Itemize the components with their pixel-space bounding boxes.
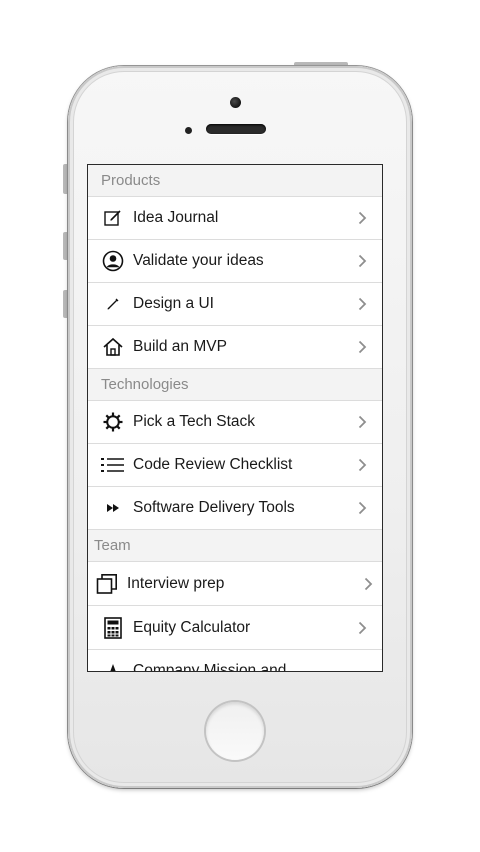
list-item-idea-journal[interactable]: Idea Journal: [88, 197, 382, 240]
section-header-products: Products: [88, 165, 382, 197]
chevron-right-icon: [356, 500, 368, 516]
list-item-label: Equity Calculator: [133, 618, 251, 636]
list-item-label: Build an MVP: [133, 338, 227, 355]
list-item-company-mission[interactable]: Company Mission and: [88, 650, 382, 672]
chevron-right-icon: [356, 620, 368, 636]
list-item-label: Idea Journal: [133, 209, 219, 226]
fast-forward-icon: [101, 496, 125, 520]
list-item-label: Pick a Tech Stack: [133, 413, 256, 430]
list-item-label: Validate your ideas: [133, 252, 264, 269]
home-icon: [101, 335, 125, 359]
chevron-right-icon: [356, 414, 368, 430]
section-header-technologies: Technologies: [88, 369, 382, 401]
star-icon: [101, 662, 125, 671]
app-screen: Products Idea Journal Validate your idea…: [87, 164, 383, 672]
earpiece-speaker: [206, 124, 266, 134]
chevron-right-icon: [356, 210, 368, 226]
edit-icon: [101, 206, 125, 230]
chevron-right-icon: [356, 339, 368, 355]
list-item-label: Design a UI: [133, 295, 214, 312]
list-item-equity-calculator[interactable]: Equity Calculator: [88, 606, 382, 650]
list-icon: [101, 453, 125, 477]
chevron-right-icon: [356, 457, 368, 473]
pencil-icon: [101, 292, 125, 316]
chevron-right-icon: [362, 576, 374, 592]
chevron-right-icon: [356, 253, 368, 269]
list-item-build-mvp[interactable]: Build an MVP: [88, 326, 382, 369]
calculator-icon: [101, 616, 125, 640]
person-icon: [101, 249, 125, 273]
list-item-label: Software Delivery Tools: [133, 499, 295, 516]
list-item-code-review[interactable]: Code Review Checklist: [88, 444, 382, 487]
list-item-label: Interview prep: [127, 574, 225, 592]
copy-icon: [95, 572, 119, 596]
chevron-right-icon: [356, 296, 368, 312]
front-camera: [230, 97, 241, 108]
list-item-tech-stack[interactable]: Pick a Tech Stack: [88, 401, 382, 444]
list-item-delivery-tools[interactable]: Software Delivery Tools: [88, 487, 382, 530]
list-item-design-ui[interactable]: Design a UI: [88, 283, 382, 326]
proximity-sensor: [185, 127, 192, 134]
section-header-team: Team: [88, 530, 382, 562]
gear-icon: [101, 410, 125, 434]
list-item-interview-prep[interactable]: Interview prep: [88, 562, 382, 606]
list-item-label: Company Mission and: [133, 662, 287, 672]
list-item-validate-ideas[interactable]: Validate your ideas: [88, 240, 382, 283]
list-item-label: Code Review Checklist: [133, 456, 293, 473]
home-button[interactable]: [206, 702, 264, 760]
